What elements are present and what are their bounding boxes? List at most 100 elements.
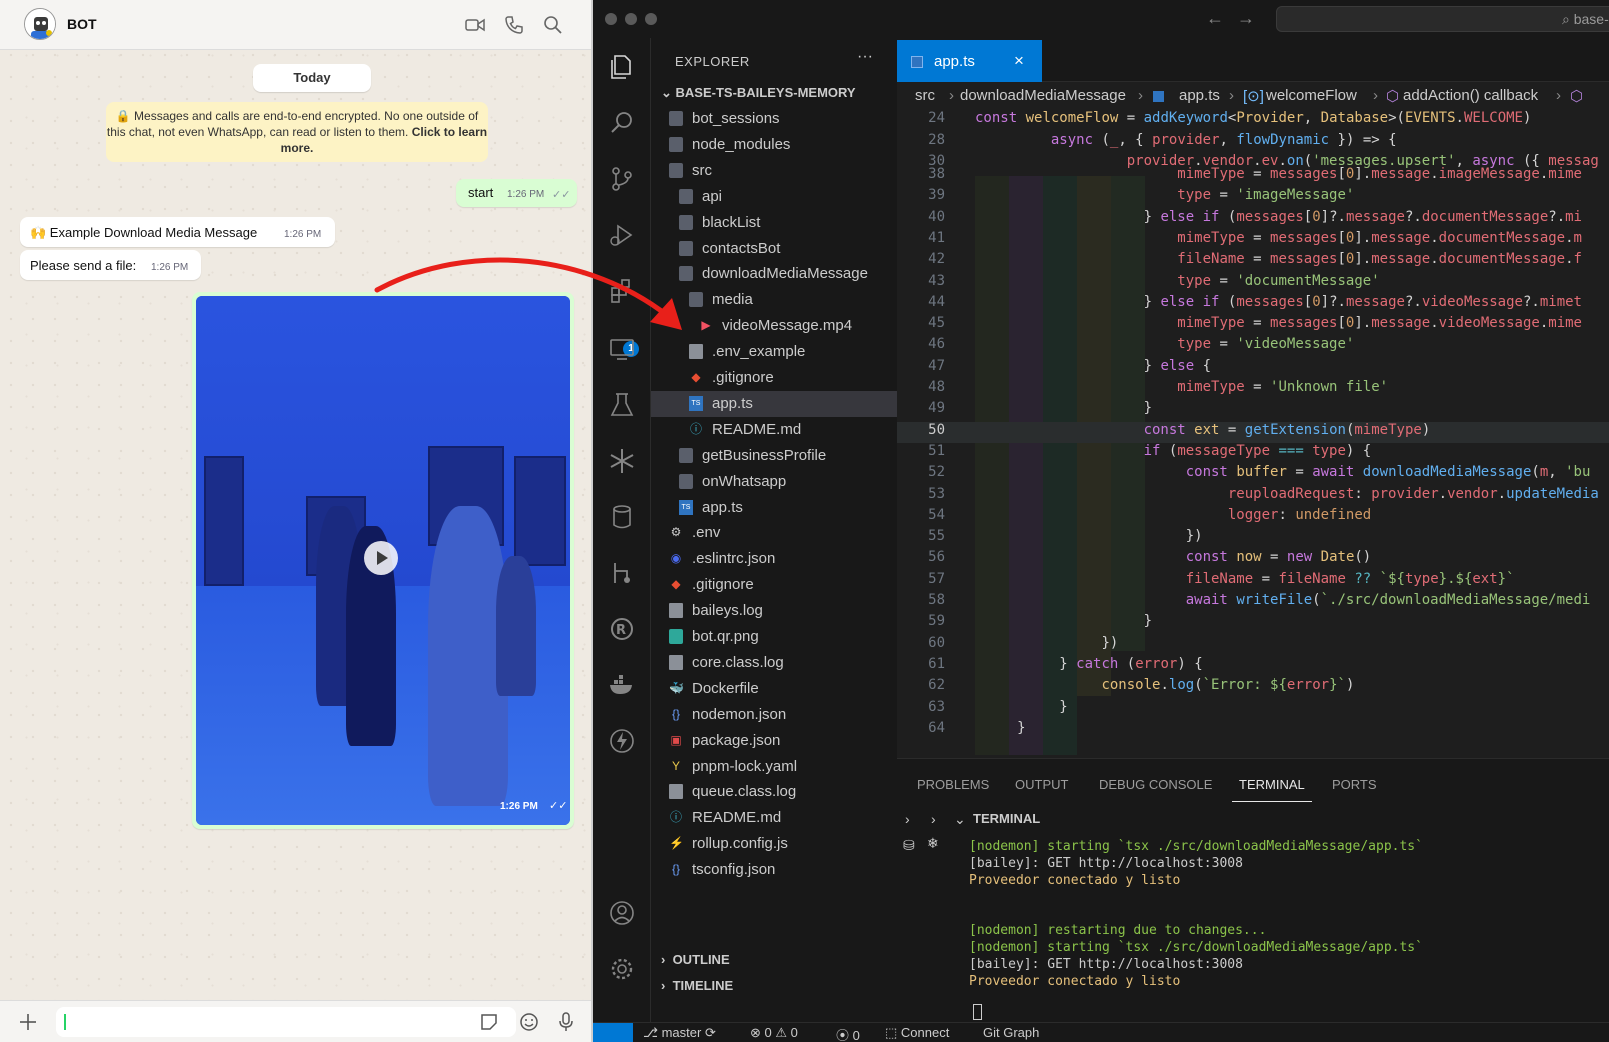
run-debug-icon[interactable] xyxy=(607,220,637,250)
message-input[interactable] xyxy=(56,1007,516,1037)
tree-item[interactable]: ◆ .gitignore xyxy=(651,365,897,391)
tree-item[interactable]: ▣ package.json xyxy=(651,728,897,754)
timeline-section[interactable]: › TIMELINE xyxy=(661,978,733,993)
code-line[interactable]: 53 reuploadRequest: provider.vendor.upda… xyxy=(897,486,1609,507)
incoming-message[interactable]: Please send a file: 1:26 PM xyxy=(20,250,201,280)
code-line[interactable]: 54 logger: undefined xyxy=(897,507,1609,528)
tree-item[interactable]: {} nodemon.json xyxy=(651,702,897,728)
tab-problems[interactable]: PROBLEMS xyxy=(917,777,989,792)
tree-item[interactable]: api xyxy=(651,184,897,210)
tree-item[interactable]: getBusinessProfile xyxy=(651,443,897,469)
tree-item[interactable]: Ypnpm-lock.yaml xyxy=(651,754,897,780)
code-editor[interactable]: 24 const welcomeFlow = addKeyword<Provide… xyxy=(897,110,1609,755)
emoji-icon[interactable] xyxy=(518,1011,540,1033)
code-line[interactable]: 62 console.log(`Error: ${error}`) xyxy=(897,677,1609,698)
git-graph-icon[interactable] xyxy=(607,558,637,588)
minimize-window-button[interactable] xyxy=(625,13,637,25)
tree-item[interactable]: ⓘ README.md xyxy=(651,417,897,443)
thunder-client-icon[interactable] xyxy=(607,726,637,756)
tree-item[interactable]: onWhatsapp xyxy=(651,469,897,495)
tree-item[interactable]: src xyxy=(651,158,897,184)
tree-item[interactable]: bot.qr.png xyxy=(651,624,897,650)
explorer-icon[interactable] xyxy=(607,52,637,82)
tree-item[interactable]: contactsBot xyxy=(651,236,897,262)
code-line[interactable]: 45 mimeType = messages[0].message.videoM… xyxy=(897,315,1609,336)
remote-explorer-icon[interactable] xyxy=(607,334,637,364)
incoming-message[interactable]: 🙌 Example Download Media Message 1:26 PM xyxy=(20,217,335,247)
code-line[interactable]: 60 }) xyxy=(897,635,1609,656)
code-line[interactable]: 43 type = 'documentMessage' xyxy=(897,273,1609,294)
connect-indicator[interactable]: ⬚ Connect xyxy=(885,1025,949,1041)
problems-indicator[interactable]: ⊗ 0 ⚠ 0 xyxy=(750,1025,798,1041)
close-window-button[interactable] xyxy=(605,13,617,25)
tree-item[interactable]: blackList xyxy=(651,210,897,236)
tree-item[interactable]: ⓘ README.md xyxy=(651,805,897,831)
chevron-down-icon[interactable]: ⌄ xyxy=(954,811,966,828)
tab-debug-console[interactable]: DEBUG CONSOLE xyxy=(1099,777,1212,792)
code-line[interactable]: 40 } else if (messages[0]?.message?.docu… xyxy=(897,209,1609,230)
chevron-right-icon[interactable]: › xyxy=(905,811,910,827)
code-line[interactable]: 64 } xyxy=(897,720,1609,741)
tree-item[interactable]: downloadMediaMessage xyxy=(651,261,897,287)
project-root[interactable]: ⌄ BASE-TS-BAILEYS-MEMORY xyxy=(661,85,856,101)
code-line[interactable]: 38 mimeType = messages[0].message.imageM… xyxy=(897,166,1609,187)
docker-icon[interactable] xyxy=(607,670,637,700)
close-tab-icon[interactable]: × xyxy=(1014,51,1024,71)
back-arrow-icon[interactable]: ← xyxy=(1206,8,1224,29)
tab-terminal[interactable]: TERMINAL xyxy=(1239,777,1305,792)
tree-item[interactable]: ⚡ rollup.config.js xyxy=(651,831,897,857)
code-line[interactable]: 28 async (_, { provider, flowDynamic }) … xyxy=(897,132,1609,153)
branch-indicator[interactable]: ⎇ master ⟳ xyxy=(643,1025,716,1041)
extensions-icon[interactable] xyxy=(607,276,637,306)
breadcrumb-item[interactable]: downloadMediaMessage xyxy=(960,87,1126,104)
tree-item[interactable]: ▶ videoMessage.mp4 xyxy=(651,313,897,339)
remote-indicator[interactable] xyxy=(593,1023,633,1042)
contact-name[interactable]: BOT xyxy=(67,16,97,32)
video-message[interactable]: 1:26 PM ✓✓ xyxy=(192,292,574,829)
code-line[interactable]: 44 } else if (messages[0]?.message?.vide… xyxy=(897,294,1609,315)
code-line[interactable]: 46 type = 'videoMessage' xyxy=(897,336,1609,357)
plus-icon[interactable] xyxy=(17,1011,39,1033)
code-line[interactable]: 57 fileName = fileName ?? `${type}.${ext… xyxy=(897,571,1609,592)
ports-indicator[interactable]: ⦿ 0 xyxy=(836,1025,860,1042)
code-line[interactable]: 48 mimeType = 'Unknown file' xyxy=(897,379,1609,400)
tree-item[interactable]: baileys.log xyxy=(651,598,897,624)
search-icon[interactable] xyxy=(607,108,637,138)
breadcrumb-item[interactable]: app.ts xyxy=(1179,87,1220,104)
tab-ports[interactable]: PORTS xyxy=(1332,777,1377,792)
forward-arrow-icon[interactable]: → xyxy=(1237,8,1255,29)
video-thumbnail[interactable]: 1:26 PM ✓✓ xyxy=(196,296,570,825)
code-line[interactable]: 59 } xyxy=(897,613,1609,634)
rest-client-icon[interactable]: R xyxy=(607,614,637,644)
tree-item[interactable]: TS app.ts xyxy=(651,390,897,417)
maximize-window-button[interactable] xyxy=(645,13,657,25)
encryption-notice[interactable]: 🔒 Messages and calls are end-to-end encr… xyxy=(106,102,488,162)
snowflake-icon[interactable] xyxy=(607,446,637,476)
phone-icon[interactable] xyxy=(503,14,525,36)
breadcrumb-item[interactable]: addAction() callback xyxy=(1403,87,1538,104)
tree-item[interactable]: 🐳 Dockerfile xyxy=(651,676,897,702)
breadcrumb-item[interactable]: welcomeFlow xyxy=(1266,87,1357,104)
tree-item[interactable]: bot_sessions xyxy=(651,106,897,132)
database-icon[interactable]: ⛁ xyxy=(903,837,915,854)
code-line[interactable]: 24 const welcomeFlow = addKeyword<Provide… xyxy=(897,110,1609,131)
command-center[interactable]: ⌕ base- xyxy=(1276,6,1609,32)
code-line[interactable]: 41 mimeType = messages[0].message.docume… xyxy=(897,230,1609,251)
tree-item[interactable]: ◉ .eslintrc.json xyxy=(651,546,897,572)
outgoing-message[interactable]: start 1:26 PM ✓✓ xyxy=(456,179,577,207)
code-line[interactable]: 39 type = 'imageMessage' xyxy=(897,187,1609,208)
account-icon[interactable] xyxy=(607,898,637,928)
tab-app-ts[interactable]: app.ts × xyxy=(897,40,1042,82)
more-actions-icon[interactable]: ··· xyxy=(857,48,873,66)
tree-item[interactable]: .env_example xyxy=(651,339,897,365)
tree-item[interactable]: TS app.ts xyxy=(651,495,897,521)
tree-item[interactable]: ◆ .gitignore xyxy=(651,572,897,598)
code-line[interactable]: 63 } xyxy=(897,699,1609,720)
code-line[interactable]: 50 const ext = getExtension(mimeType) xyxy=(897,421,1609,443)
database-icon[interactable] xyxy=(607,502,637,532)
testing-icon[interactable] xyxy=(607,390,637,420)
code-line[interactable]: 52 const buffer = await downloadMediaMes… xyxy=(897,464,1609,485)
code-line[interactable]: 42 fileName = messages[0].message.docume… xyxy=(897,251,1609,272)
source-control-icon[interactable] xyxy=(607,164,637,194)
code-line[interactable]: 61 } catch (error) { xyxy=(897,656,1609,677)
